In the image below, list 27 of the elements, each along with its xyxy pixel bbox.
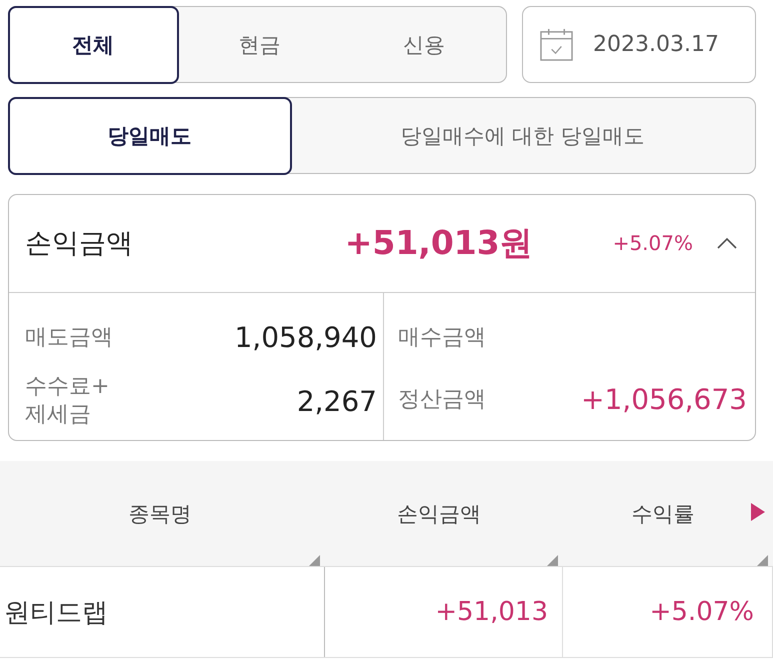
profit-amount: +51,013원 [344, 222, 533, 264]
scroll-right-icon[interactable] [751, 503, 765, 521]
field-label: 수수료+ 제세금 [25, 372, 110, 430]
table-cell: +5.07% [650, 597, 754, 627]
date-value: 2023.03.17 [593, 32, 719, 57]
field-label: 매도금액 [25, 324, 113, 352]
date-picker[interactable]: 2023.03.17 [522, 6, 756, 83]
field-value: 2,267 [296, 384, 377, 418]
field-label: 정산금액 [398, 386, 486, 414]
summary-title: 손익금액 [25, 227, 134, 262]
column-header: 손익금액 [397, 500, 481, 528]
calendar-icon [540, 28, 573, 61]
column-header: 수익률 [632, 500, 694, 528]
corner-marker-icon [309, 555, 320, 566]
field-label: 매수금액 [398, 324, 486, 352]
field-value: 1,058,940 [234, 321, 377, 354]
corner-marker-icon [757, 555, 768, 566]
account-tab[interactable]: 전체 [8, 6, 179, 84]
profit-rate: +5.07% [612, 231, 693, 256]
mode-tab[interactable]: 당일매도 [8, 96, 292, 174]
chevron-icon[interactable] [717, 237, 737, 250]
field-value: +1,056,673 [581, 383, 747, 416]
table-cell-text: 원티드랩 [4, 596, 108, 630]
mode-tab[interactable]: 당일매수에 대한 당일매도 [288, 96, 756, 174]
corner-marker-icon [547, 555, 558, 566]
column-header: 종목명 [128, 500, 192, 528]
table-cell: +51,013 [435, 597, 548, 627]
